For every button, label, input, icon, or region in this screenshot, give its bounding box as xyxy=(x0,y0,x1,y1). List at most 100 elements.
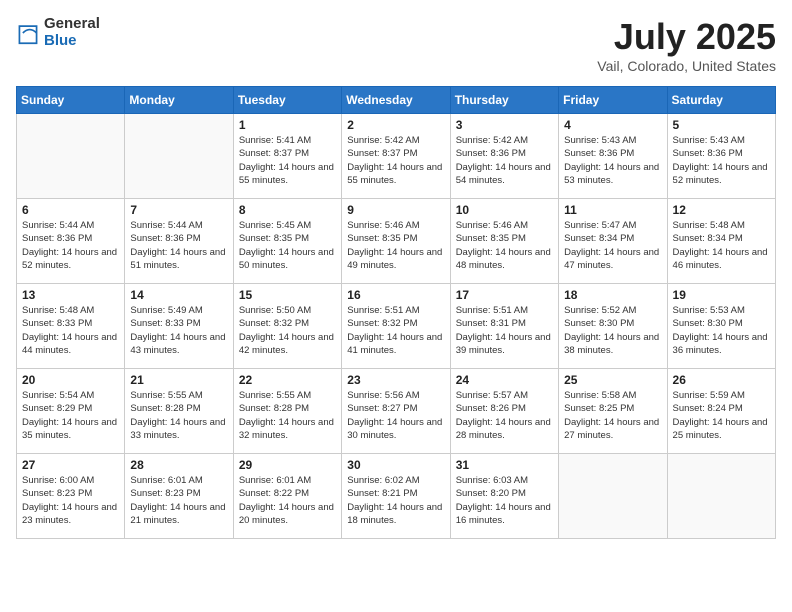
day-number: 17 xyxy=(456,288,553,302)
column-header-sunday: Sunday xyxy=(17,87,125,114)
day-number: 23 xyxy=(347,373,444,387)
logo-text: General Blue xyxy=(44,16,100,49)
logo-general-text: General xyxy=(44,16,100,33)
calendar-cell: 13Sunrise: 5:48 AMSunset: 8:33 PMDayligh… xyxy=(17,284,125,369)
day-number: 27 xyxy=(22,458,119,472)
calendar-cell: 1 Sunrise: 5:41 AMSunset: 8:37 PMDaylight… xyxy=(233,114,341,199)
calendar-cell: 10 Sunrise: 5:46 AMSunset: 8:35 PMDayligh… xyxy=(450,199,558,284)
column-header-friday: Friday xyxy=(559,87,667,114)
day-info: Sunrise: 6:03 AMSunset: 8:20 PMDaylight:… xyxy=(456,474,553,527)
calendar-cell: 16 Sunrise: 5:51 AMSunset: 8:32 PMDayligh… xyxy=(342,284,450,369)
day-number: 1 xyxy=(239,118,336,132)
calendar-cell: 22Sunrise: 5:55 AMSunset: 8:28 PMDayligh… xyxy=(233,369,341,454)
column-header-wednesday: Wednesday xyxy=(342,87,450,114)
column-header-saturday: Saturday xyxy=(667,87,775,114)
day-number: 22 xyxy=(239,373,336,387)
day-number: 6 xyxy=(22,203,119,217)
calendar-cell: 14 Sunrise: 5:49 AMSunset: 8:33 PMDayligh… xyxy=(125,284,233,369)
day-number: 15 xyxy=(239,288,336,302)
day-info: Sunrise: 5:44 AMSunset: 8:36 PMDaylight:… xyxy=(130,219,227,272)
day-info: Sunrise: 5:41 AMSunset: 8:37 PMDaylight:… xyxy=(239,134,336,187)
day-info: Sunrise: 5:56 AMSunset: 8:27 PMDaylight:… xyxy=(347,389,444,442)
day-info: Sunrise: 5:58 AMSunset: 8:25 PMDaylight:… xyxy=(564,389,661,442)
logo-icon xyxy=(16,19,40,47)
day-info: Sunrise: 6:02 AMSunset: 8:21 PMDaylight:… xyxy=(347,474,444,527)
calendar-cell: 15 Sunrise: 5:50 AMSunset: 8:32 PMDayligh… xyxy=(233,284,341,369)
calendar-cell: 27Sunrise: 6:00 AMSunset: 8:23 PMDayligh… xyxy=(17,454,125,539)
calendar-cell: 23 Sunrise: 5:56 AMSunset: 8:27 PMDayligh… xyxy=(342,369,450,454)
calendar-cell: 28Sunrise: 6:01 AMSunset: 8:23 PMDayligh… xyxy=(125,454,233,539)
calendar-cell: 18 Sunrise: 5:52 AMSunset: 8:30 PMDayligh… xyxy=(559,284,667,369)
calendar-cell: 4 Sunrise: 5:43 AMSunset: 8:36 PMDaylight… xyxy=(559,114,667,199)
day-info: Sunrise: 5:43 AMSunset: 8:36 PMDaylight:… xyxy=(673,134,770,187)
calendar-cell xyxy=(125,114,233,199)
day-info: Sunrise: 5:48 AMSunset: 8:34 PMDaylight:… xyxy=(673,219,770,272)
day-info: Sunrise: 5:52 AMSunset: 8:30 PMDaylight:… xyxy=(564,304,661,357)
calendar-cell: 19 Sunrise: 5:53 AMSunset: 8:30 PMDayligh… xyxy=(667,284,775,369)
day-info: Sunrise: 5:51 AMSunset: 8:31 PMDaylight:… xyxy=(456,304,553,357)
day-info: Sunrise: 5:43 AMSunset: 8:36 PMDaylight:… xyxy=(564,134,661,187)
day-info: Sunrise: 6:01 AMSunset: 8:22 PMDaylight:… xyxy=(239,474,336,527)
column-header-tuesday: Tuesday xyxy=(233,87,341,114)
calendar-cell: 30Sunrise: 6:02 AMSunset: 8:21 PMDayligh… xyxy=(342,454,450,539)
day-info: Sunrise: 5:42 AMSunset: 8:36 PMDaylight:… xyxy=(456,134,553,187)
calendar-cell: 12Sunrise: 5:48 AMSunset: 8:34 PMDayligh… xyxy=(667,199,775,284)
day-info: Sunrise: 5:44 AMSunset: 8:36 PMDaylight:… xyxy=(22,219,119,272)
day-info: Sunrise: 5:48 AMSunset: 8:33 PMDaylight:… xyxy=(22,304,119,357)
day-number: 29 xyxy=(239,458,336,472)
calendar-cell: 25 Sunrise: 5:58 AMSunset: 8:25 PMDayligh… xyxy=(559,369,667,454)
day-info: Sunrise: 5:47 AMSunset: 8:34 PMDaylight:… xyxy=(564,219,661,272)
day-number: 24 xyxy=(456,373,553,387)
day-info: Sunrise: 5:46 AMSunset: 8:35 PMDaylight:… xyxy=(456,219,553,272)
day-number: 2 xyxy=(347,118,444,132)
calendar-cell: 11Sunrise: 5:47 AMSunset: 8:34 PMDayligh… xyxy=(559,199,667,284)
week-row-2: 6 Sunrise: 5:44 AMSunset: 8:36 PMDaylight… xyxy=(17,199,776,284)
day-info: Sunrise: 5:55 AMSunset: 8:28 PMDaylight:… xyxy=(130,389,227,442)
day-number: 28 xyxy=(130,458,227,472)
week-row-5: 27Sunrise: 6:00 AMSunset: 8:23 PMDayligh… xyxy=(17,454,776,539)
calendar-table: SundayMondayTuesdayWednesdayThursdayFrid… xyxy=(16,86,776,539)
day-number: 10 xyxy=(456,203,553,217)
day-info: Sunrise: 5:45 AMSunset: 8:35 PMDaylight:… xyxy=(239,219,336,272)
day-number: 5 xyxy=(673,118,770,132)
month-title: July 2025 xyxy=(597,16,776,58)
day-number: 31 xyxy=(456,458,553,472)
day-number: 3 xyxy=(456,118,553,132)
day-number: 19 xyxy=(673,288,770,302)
column-header-thursday: Thursday xyxy=(450,87,558,114)
page-header: General Blue July 2025 Vail, Colorado, U… xyxy=(16,16,776,74)
day-info: Sunrise: 5:59 AMSunset: 8:24 PMDaylight:… xyxy=(673,389,770,442)
day-info: Sunrise: 5:57 AMSunset: 8:26 PMDaylight:… xyxy=(456,389,553,442)
week-row-3: 13Sunrise: 5:48 AMSunset: 8:33 PMDayligh… xyxy=(17,284,776,369)
calendar-cell: 29 Sunrise: 6:01 AMSunset: 8:22 PMDayligh… xyxy=(233,454,341,539)
day-info: Sunrise: 5:53 AMSunset: 8:30 PMDaylight:… xyxy=(673,304,770,357)
day-number: 4 xyxy=(564,118,661,132)
logo-blue-text: Blue xyxy=(44,33,100,50)
day-info: Sunrise: 5:46 AMSunset: 8:35 PMDaylight:… xyxy=(347,219,444,272)
calendar-cell: 8 Sunrise: 5:45 AMSunset: 8:35 PMDaylight… xyxy=(233,199,341,284)
day-number: 18 xyxy=(564,288,661,302)
calendar-cell: 6 Sunrise: 5:44 AMSunset: 8:36 PMDaylight… xyxy=(17,199,125,284)
day-number: 8 xyxy=(239,203,336,217)
day-info: Sunrise: 5:50 AMSunset: 8:32 PMDaylight:… xyxy=(239,304,336,357)
day-info: Sunrise: 5:51 AMSunset: 8:32 PMDaylight:… xyxy=(347,304,444,357)
column-header-monday: Monday xyxy=(125,87,233,114)
day-number: 14 xyxy=(130,288,227,302)
calendar-cell: 3 Sunrise: 5:42 AMSunset: 8:36 PMDaylight… xyxy=(450,114,558,199)
day-number: 16 xyxy=(347,288,444,302)
day-info: Sunrise: 5:49 AMSunset: 8:33 PMDaylight:… xyxy=(130,304,227,357)
day-number: 25 xyxy=(564,373,661,387)
calendar-cell: 31 Sunrise: 6:03 AMSunset: 8:20 PMDayligh… xyxy=(450,454,558,539)
day-number: 20 xyxy=(22,373,119,387)
calendar-cell: 5 Sunrise: 5:43 AMSunset: 8:36 PMDaylight… xyxy=(667,114,775,199)
day-number: 9 xyxy=(347,203,444,217)
day-number: 7 xyxy=(130,203,227,217)
calendar-cell xyxy=(667,454,775,539)
calendar-cell xyxy=(17,114,125,199)
calendar-cell: 24 Sunrise: 5:57 AMSunset: 8:26 PMDayligh… xyxy=(450,369,558,454)
logo: General Blue xyxy=(16,16,100,49)
calendar-cell: 26Sunrise: 5:59 AMSunset: 8:24 PMDayligh… xyxy=(667,369,775,454)
week-row-4: 20 Sunrise: 5:54 AMSunset: 8:29 PMDayligh… xyxy=(17,369,776,454)
day-info: Sunrise: 5:54 AMSunset: 8:29 PMDaylight:… xyxy=(22,389,119,442)
calendar-cell xyxy=(559,454,667,539)
